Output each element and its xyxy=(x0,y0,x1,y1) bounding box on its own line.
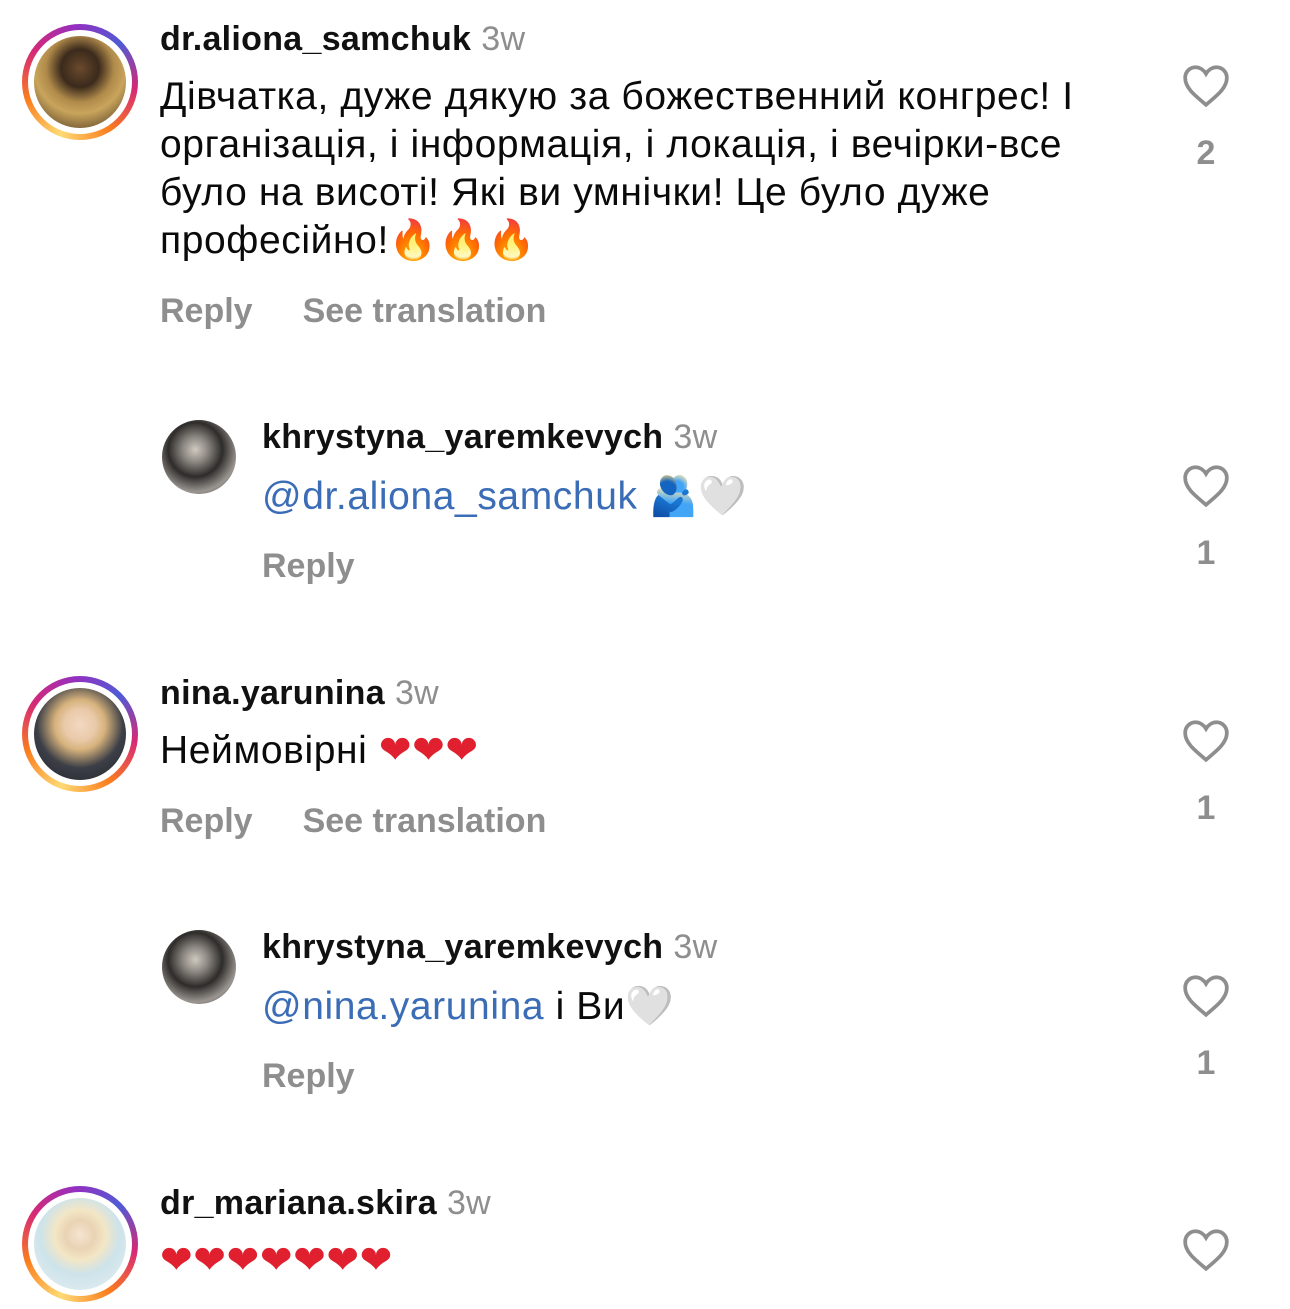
comment-time: 3w xyxy=(446,1184,492,1222)
like-count: 2 xyxy=(1196,134,1216,172)
comment-text: Неймовірні ❤❤❤ xyxy=(160,728,479,773)
heart-outline-icon[interactable] xyxy=(1181,62,1231,108)
avatar[interactable] xyxy=(22,676,138,792)
avatar[interactable] xyxy=(162,930,236,1004)
comment-time: 3w xyxy=(394,674,440,712)
comment-username[interactable]: nina.yarunina 3w xyxy=(160,674,439,713)
comment-actions: Reply See translation xyxy=(160,802,546,841)
comment-actions: Reply xyxy=(262,547,355,586)
comment-time: 3w xyxy=(673,928,718,966)
reply-button[interactable]: Reply xyxy=(262,547,355,586)
see-translation-button[interactable]: See translation xyxy=(303,802,547,841)
comment-username[interactable]: khrystyna_yaremkevych 3w xyxy=(262,418,717,457)
white-heart-emoji: 🤍 xyxy=(625,984,675,1030)
heart-outline-icon[interactable] xyxy=(1181,972,1231,1018)
mention-link[interactable]: @nina.yarunina xyxy=(262,985,544,1028)
avatar[interactable] xyxy=(162,420,236,494)
reply-button[interactable]: Reply xyxy=(160,802,253,841)
comment-actions: Reply See translation xyxy=(160,292,546,331)
comment-username[interactable]: dr_mariana.skira 3w xyxy=(160,1184,491,1223)
heart-outline-icon[interactable] xyxy=(1181,717,1231,763)
hug-white-heart-emoji: 🫂🤍 xyxy=(649,474,748,519)
fire-emoji: 🔥🔥🔥 xyxy=(388,218,537,263)
comment-text: @dr.aliona_samchuk 🫂🤍 xyxy=(262,473,1122,521)
avatar[interactable] xyxy=(22,1186,138,1302)
mention-link[interactable]: @dr.aliona_samchuk xyxy=(262,475,638,518)
like-count: 1 xyxy=(1196,789,1216,827)
comment-username[interactable]: khrystyna_yaremkevych 3w xyxy=(262,928,717,967)
comment-text: Дівчатка, дуже дякую за божественний кон… xyxy=(160,75,1074,263)
heart-outline-icon[interactable] xyxy=(1181,1226,1231,1272)
comment-text: @nina.yarunina і Ви🤍 xyxy=(262,984,675,1030)
heart-outline-icon[interactable] xyxy=(1181,462,1231,508)
reply-button[interactable]: Reply xyxy=(262,1057,355,1096)
avatar[interactable] xyxy=(22,24,138,140)
comment-username[interactable]: dr.aliona_samchuk 3w xyxy=(160,20,525,59)
see-translation-button[interactable]: See translation xyxy=(303,292,547,331)
comment-time: 3w xyxy=(673,418,718,456)
reply-button[interactable]: Reply xyxy=(160,292,253,331)
like-count: 1 xyxy=(1196,534,1216,572)
comment-time: 3w xyxy=(481,20,526,58)
comment-actions: Reply xyxy=(262,1057,355,1096)
comment-text: ❤❤❤❤❤❤❤ xyxy=(160,1237,393,1285)
like-count: 1 xyxy=(1196,1044,1216,1082)
red-heart-emoji: ❤❤❤ xyxy=(378,728,479,773)
red-heart-emoji: ❤❤❤❤❤❤❤ xyxy=(160,1238,393,1283)
